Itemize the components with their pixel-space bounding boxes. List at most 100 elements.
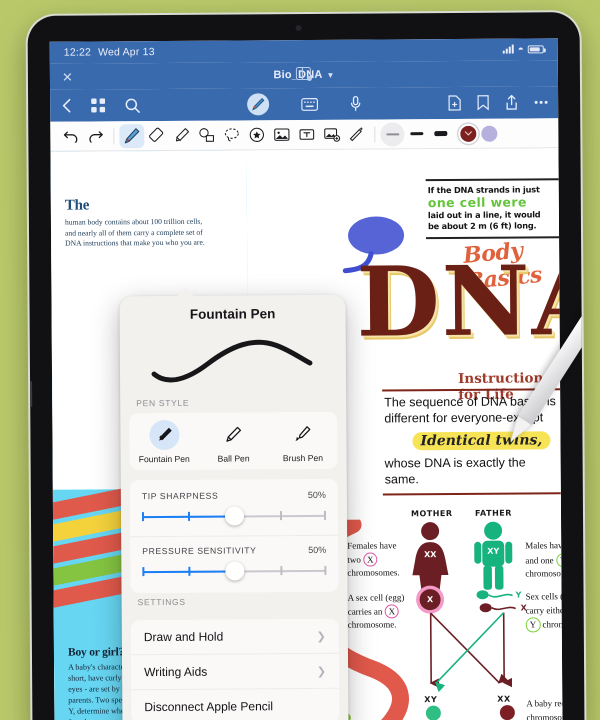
setting-draw-and-hold[interactable]: Draw and Hold ❯ bbox=[131, 619, 339, 654]
magazine-body-text: human body contains about 100 trillion c… bbox=[64, 216, 205, 248]
setting-label: Disconnect Apple Pencil bbox=[144, 699, 274, 715]
fact-line-4: be about 2 m (6 ft) long. bbox=[427, 220, 537, 232]
slider-tick-25 bbox=[188, 566, 191, 576]
pen-style-ball-pen[interactable]: Ball Pen bbox=[199, 419, 269, 464]
boy-baby-icon bbox=[425, 705, 441, 720]
boy-chromosome-label: XY bbox=[424, 695, 438, 705]
settings-section-label: SETTINGS bbox=[137, 596, 186, 608]
settings-card: Draw and Hold ❯ Writing Aids ❯ Disconnec… bbox=[130, 618, 340, 720]
image-icon[interactable] bbox=[269, 123, 294, 147]
chevron-right-icon: ❯ bbox=[316, 630, 326, 643]
keyboard-icon[interactable] bbox=[301, 97, 319, 111]
slider-tick-25 bbox=[187, 511, 190, 521]
father-figure-icon: XY bbox=[474, 521, 513, 590]
tip-sharpness-slider-row: TIP SHARPNESS 50% bbox=[130, 481, 338, 536]
pen-style-card: Fountain Pen Ball Pen Brush Pen bbox=[129, 411, 338, 471]
close-icon[interactable]: ✕ bbox=[62, 69, 73, 84]
undo-icon[interactable] bbox=[58, 124, 83, 148]
pen-style-label: Ball Pen bbox=[217, 453, 250, 464]
pen-style-section-label: PEN STYLE bbox=[136, 397, 190, 409]
note-canvas[interactable]: The human body contains about 100 trilli… bbox=[50, 148, 563, 720]
eraser-icon[interactable] bbox=[144, 123, 169, 147]
thickness-thin[interactable] bbox=[380, 121, 405, 146]
microphone-icon[interactable] bbox=[350, 95, 361, 112]
girl-chromosome-label: XX bbox=[497, 694, 511, 704]
chevron-down-icon[interactable]: ▼ bbox=[326, 70, 334, 79]
dna-headline: DNA bbox=[356, 243, 563, 359]
setting-label: Draw and Hold bbox=[143, 629, 224, 645]
svg-text:XX: XX bbox=[424, 550, 437, 559]
split-view-icon[interactable] bbox=[295, 66, 311, 81]
status-time: 12:22 bbox=[63, 46, 92, 59]
stroke-preview bbox=[120, 321, 346, 395]
bookmark-icon[interactable] bbox=[477, 95, 489, 111]
shapes-icon[interactable] bbox=[194, 123, 219, 147]
males-chromosome-text: Males have one X and one Y chromosome. bbox=[525, 538, 563, 580]
thickness-medium[interactable] bbox=[404, 122, 428, 146]
pen-style-options: Fountain Pen Ball Pen Brush Pen bbox=[129, 412, 337, 470]
tip-sharpness-slider[interactable] bbox=[141, 506, 327, 526]
fountain-pen-settings-popup: Fountain Pen PEN STYLE Fountain Pen Ball… bbox=[119, 295, 349, 720]
front-camera-icon bbox=[295, 25, 302, 32]
color-swatch-maroon[interactable] bbox=[460, 125, 477, 142]
pen-style-label: Fountain Pen bbox=[138, 453, 190, 465]
media-gallery-icon[interactable] bbox=[319, 122, 344, 146]
drawing-tool-bar bbox=[50, 118, 559, 152]
navigation-bar bbox=[50, 86, 559, 122]
mother-label: MOTHER bbox=[410, 508, 453, 519]
pressure-sensitivity-label: PRESSURE SENSITIVITY bbox=[142, 545, 257, 557]
setting-label: Writing Aids bbox=[144, 664, 208, 680]
father-label: FATHER bbox=[474, 508, 512, 518]
cellular-signal-icon bbox=[502, 44, 514, 54]
share-icon[interactable] bbox=[505, 94, 518, 111]
battery-icon bbox=[527, 45, 544, 54]
lasso-select-icon[interactable] bbox=[219, 123, 244, 147]
mother-figure-icon: XX bbox=[412, 522, 449, 592]
fact-line-3: laid out in a line, it would bbox=[427, 209, 541, 221]
svg-text:XY: XY bbox=[487, 547, 499, 556]
fountain-pen-icon[interactable] bbox=[119, 123, 145, 148]
pen-style-fountain-pen[interactable]: Fountain Pen bbox=[129, 419, 199, 465]
slider-tick-75 bbox=[280, 566, 283, 576]
highlighter-icon[interactable] bbox=[169, 123, 194, 147]
tablet-screen: 12:22 Wed Apr 13 ◓ ✕ Bio_DNA ▼ The human… bbox=[49, 38, 563, 720]
text-box-icon[interactable] bbox=[294, 122, 319, 146]
pen-tool-icon[interactable] bbox=[247, 93, 270, 116]
slider-tick-0 bbox=[142, 567, 145, 577]
fact-line-2-highlight: one cell were bbox=[427, 194, 527, 211]
wifi-icon: ◓ bbox=[517, 43, 524, 56]
females-chromosome-text: Females have two X chromosomes. bbox=[347, 540, 400, 578]
more-options-icon[interactable] bbox=[534, 100, 548, 104]
redo-icon[interactable] bbox=[83, 124, 108, 148]
circled-x-icon: X bbox=[363, 552, 378, 567]
fountain-pen-icon bbox=[148, 419, 180, 451]
egg-cell-marker: X bbox=[419, 589, 441, 611]
boy-or-girl-heading: Boy or girl? bbox=[67, 646, 125, 659]
nav-right-group bbox=[448, 94, 548, 111]
pressure-sensitivity-knob[interactable] bbox=[224, 561, 244, 581]
svg-text:Y: Y bbox=[515, 591, 522, 600]
new-page-icon[interactable] bbox=[448, 95, 461, 111]
pen-style-brush-pen[interactable]: Brush Pen bbox=[268, 419, 338, 463]
magic-wand-icon[interactable] bbox=[344, 122, 369, 146]
tip-sharpness-knob[interactable] bbox=[224, 506, 244, 526]
setting-disconnect-apple-pencil[interactable]: Disconnect Apple Pencil bbox=[131, 687, 340, 720]
circled-x-icon: X bbox=[384, 603, 400, 619]
color-swatch-lavender[interactable] bbox=[481, 125, 498, 142]
toolbar-divider bbox=[113, 127, 115, 144]
sequence-line-4: whose DNA is exactly the same. bbox=[384, 455, 526, 487]
tip-sharpness-value: 50% bbox=[307, 489, 326, 500]
baby-receives-text: A baby receives an X chromosome from its… bbox=[526, 696, 562, 720]
pressure-sensitivity-slider[interactable] bbox=[142, 561, 327, 581]
sticker-star-icon[interactable] bbox=[244, 123, 269, 147]
slider-tick-75 bbox=[279, 511, 282, 521]
slider-tick-0 bbox=[141, 512, 144, 522]
status-bar-right: ◓ bbox=[502, 43, 544, 56]
setting-writing-aids[interactable]: Writing Aids ❯ bbox=[130, 652, 340, 690]
thickness-thick[interactable] bbox=[428, 121, 452, 145]
tip-sharpness-label: TIP SHARPNESS bbox=[141, 490, 219, 502]
pressure-sensitivity-value: 50% bbox=[308, 544, 327, 555]
brush-pen-icon bbox=[288, 419, 318, 449]
device-side-button[interactable] bbox=[29, 380, 33, 407]
toolbar-divider-2 bbox=[374, 126, 376, 143]
